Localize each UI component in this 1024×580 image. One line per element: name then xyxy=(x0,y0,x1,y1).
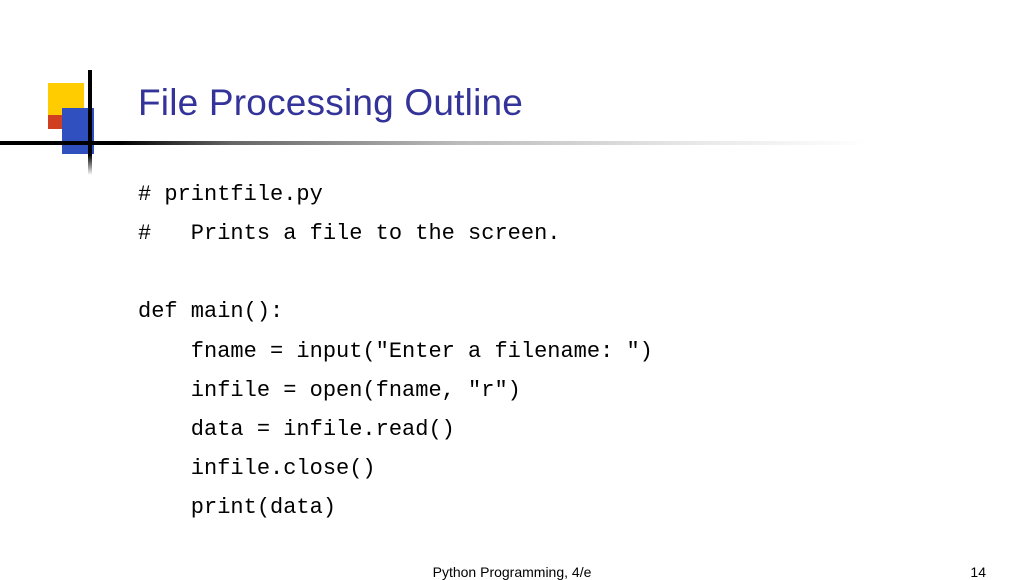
horizontal-rule-dark xyxy=(0,141,120,145)
page-number: 14 xyxy=(970,564,986,580)
vertical-rule-fade xyxy=(88,155,92,175)
slide-title: File Processing Outline xyxy=(138,82,523,124)
code-block: # printfile.py # Prints a file to the sc… xyxy=(138,175,653,527)
red-square xyxy=(48,115,62,129)
horizontal-rule-gradient xyxy=(120,141,870,145)
footer-book-title: Python Programming, 4/e xyxy=(0,564,1024,580)
slide: File Processing Outline # printfile.py #… xyxy=(0,0,1024,576)
